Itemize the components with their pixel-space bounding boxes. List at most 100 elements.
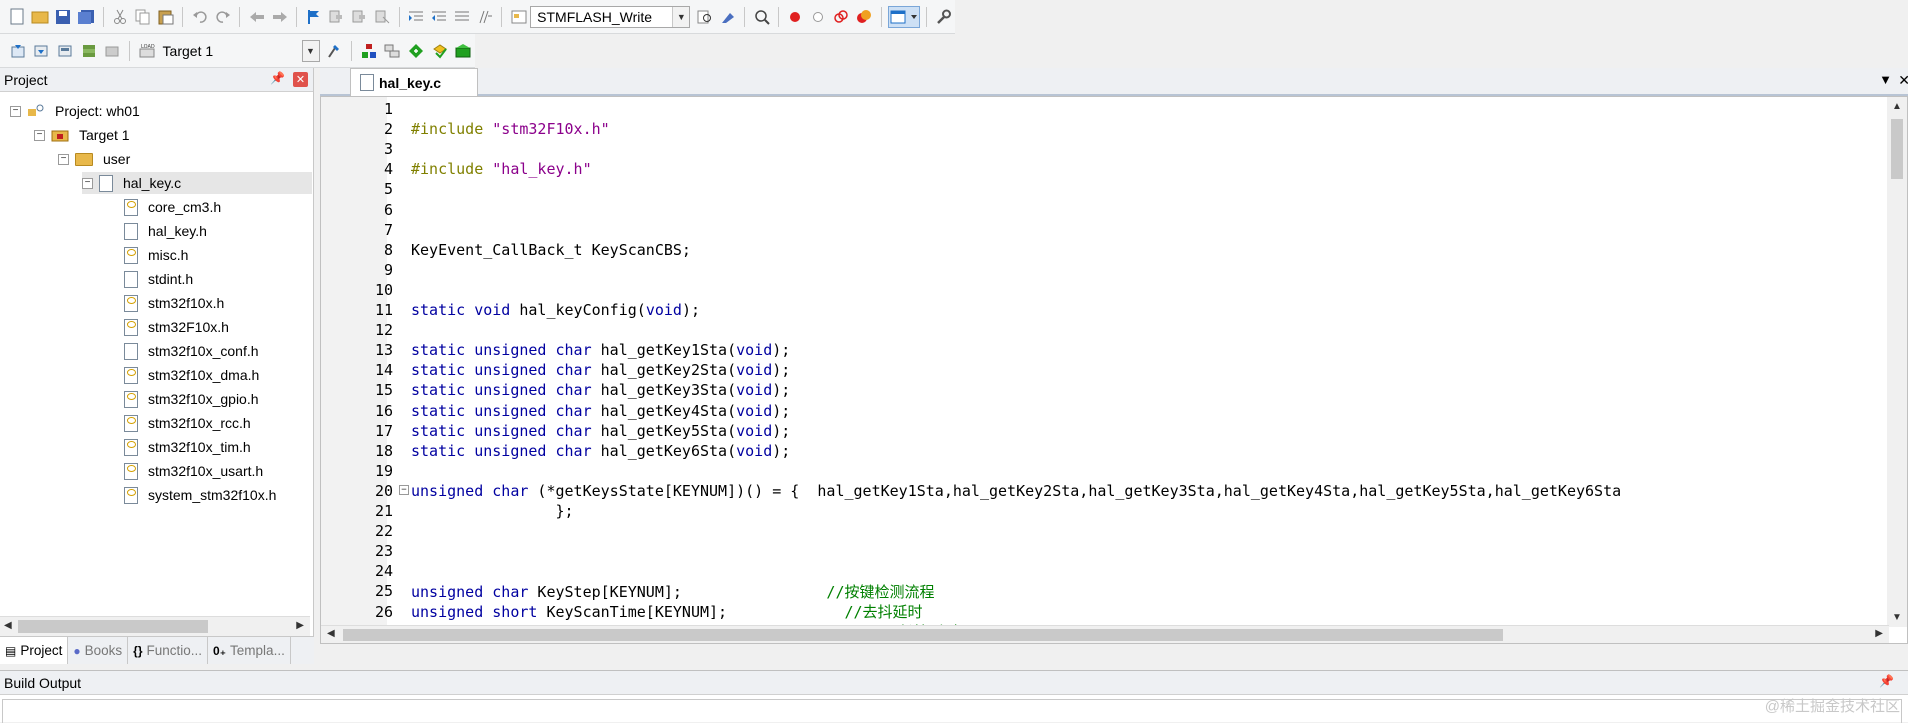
- editor-horizontal-scrollbar[interactable]: ◀ ▶: [321, 625, 1889, 643]
- tree-include-file[interactable]: stm32f10x_usart.h: [124, 460, 263, 482]
- scroll-thumb[interactable]: [1891, 119, 1903, 179]
- code-line[interactable]: 10: [321, 280, 1881, 300]
- configure-icon[interactable]: [933, 6, 954, 28]
- fold-icon[interactable]: −: [399, 484, 409, 495]
- editor-vertical-scrollbar[interactable]: ▲ ▼: [1887, 97, 1907, 627]
- function-combo[interactable]: STMFLASH_Write ▼: [530, 5, 691, 28]
- collapse-icon[interactable]: −: [34, 129, 45, 141]
- select-packs-icon[interactable]: [452, 40, 474, 62]
- tab-functions[interactable]: {} Functio...: [128, 637, 209, 664]
- tree-file-hal-key-c[interactable]: − hal_key.c: [82, 172, 312, 194]
- code-line[interactable]: 22: [321, 521, 1881, 541]
- scroll-down-icon[interactable]: ▼: [1892, 612, 1902, 623]
- scroll-thumb[interactable]: [18, 620, 208, 633]
- new-file-icon[interactable]: [7, 6, 28, 28]
- code-line[interactable]: 2 #include "stm32F10x.h": [321, 119, 1881, 139]
- unindent-icon[interactable]: [429, 6, 450, 28]
- tree-include-file[interactable]: stm32f10x_rcc.h: [124, 412, 251, 434]
- project-horizontal-scrollbar[interactable]: ◀ ▶: [0, 616, 310, 636]
- code-line[interactable]: 15 static unsigned char hal_getKey3Sta(vo…: [321, 380, 1881, 400]
- build-icon[interactable]: [31, 40, 53, 62]
- tab-project[interactable]: ▤ Project: [0, 637, 69, 664]
- tab-hal-key-c[interactable]: hal_key.c: [350, 68, 478, 96]
- code-line[interactable]: 20− unsigned char (*getKeysState[KEYNUM])…: [321, 481, 1881, 501]
- translate-icon[interactable]: [7, 40, 29, 62]
- uncomment-icon[interactable]: [474, 6, 495, 28]
- code-line[interactable]: 12: [321, 320, 1881, 340]
- code-line[interactable]: 24: [321, 561, 1881, 581]
- tree-include-file[interactable]: stm32f10x_conf.h: [124, 340, 259, 362]
- tree-include-file[interactable]: stdint.h: [124, 268, 193, 290]
- code-line[interactable]: 17 static unsigned char hal_getKey5Sta(vo…: [321, 421, 1881, 441]
- incremental-find-icon[interactable]: [717, 6, 738, 28]
- code-line[interactable]: 11 static void hal_keyConfig(void);: [321, 300, 1881, 320]
- batch-build-icon[interactable]: [78, 40, 100, 62]
- save-all-icon[interactable]: [76, 6, 97, 28]
- code-line[interactable]: 21 };: [321, 501, 1881, 521]
- tree-include-file[interactable]: stm32f10x_dma.h: [124, 364, 259, 386]
- pack-installer-icon[interactable]: [429, 40, 451, 62]
- target-options-icon[interactable]: [324, 40, 346, 62]
- collapse-icon[interactable]: −: [82, 177, 93, 189]
- nav-back-icon[interactable]: [246, 6, 267, 28]
- code-editor[interactable]: 1 2 #include "stm32F10x.h" 3 4 #include "hal_…: [320, 96, 1908, 644]
- pin-icon[interactable]: 📌: [270, 71, 285, 85]
- find-icon[interactable]: [694, 6, 715, 28]
- collapse-icon[interactable]: −: [58, 153, 69, 165]
- open-folder-icon[interactable]: [30, 6, 51, 28]
- bookmark-icon[interactable]: [303, 6, 324, 28]
- nav-forward-icon[interactable]: [269, 6, 290, 28]
- code-line[interactable]: 23: [321, 541, 1881, 561]
- chevron-down-icon[interactable]: ▼: [672, 6, 690, 27]
- find-in-files-icon[interactable]: [508, 6, 529, 28]
- code-line[interactable]: 18 static unsigned char hal_getKey6Sta(vo…: [321, 441, 1881, 461]
- manage-components-icon[interactable]: [358, 40, 380, 62]
- tree-group-user[interactable]: − user: [58, 148, 130, 170]
- code-line[interactable]: 7: [321, 220, 1881, 240]
- file-extensions-icon[interactable]: [382, 40, 404, 62]
- code-line[interactable]: 3: [321, 139, 1881, 159]
- target-select-dropdown[interactable]: ▼: [301, 39, 320, 62]
- code-line[interactable]: 4 #include "hal_key.h": [321, 159, 1881, 179]
- window-layout-icon[interactable]: [887, 5, 921, 28]
- tree-include-file[interactable]: system_stm32f10x.h: [124, 484, 276, 506]
- code-line[interactable]: 19: [321, 461, 1881, 481]
- clear-bookmarks-icon[interactable]: [372, 6, 393, 28]
- disable-breakpoint-icon[interactable]: [808, 6, 829, 28]
- tab-list-dropdown-icon[interactable]: ▼: [1879, 72, 1892, 87]
- comment-icon[interactable]: [451, 6, 472, 28]
- paste-icon[interactable]: [155, 6, 176, 28]
- tree-include-file[interactable]: misc.h: [124, 244, 188, 266]
- code-line[interactable]: 6: [321, 200, 1881, 220]
- code-line[interactable]: 16 static unsigned char hal_getKey4Sta(vo…: [321, 401, 1881, 421]
- tree-include-file[interactable]: stm32f10x.h: [124, 292, 224, 314]
- collapse-icon[interactable]: −: [10, 105, 21, 117]
- tree-include-file[interactable]: stm32f10x_gpio.h: [124, 388, 259, 410]
- tree-include-file[interactable]: core_cm3.h: [124, 196, 221, 218]
- scroll-right-icon[interactable]: ▶: [296, 620, 304, 631]
- code-line[interactable]: 1: [321, 99, 1881, 119]
- cut-icon[interactable]: [110, 6, 131, 28]
- disable-all-breakpoints-icon[interactable]: [831, 6, 852, 28]
- tree-include-file[interactable]: hal_key.h: [124, 220, 207, 242]
- stop-build-icon[interactable]: [101, 40, 123, 62]
- copy-icon[interactable]: [133, 6, 154, 28]
- code-line[interactable]: 14 static unsigned char hal_getKey2Sta(vo…: [321, 360, 1881, 380]
- run-green-diamond-icon[interactable]: [405, 40, 427, 62]
- tab-templates[interactable]: 0₊ Templa...: [208, 637, 291, 664]
- scroll-thumb[interactable]: [343, 629, 1503, 641]
- next-bookmark-icon[interactable]: [349, 6, 370, 28]
- rebuild-icon[interactable]: [54, 40, 76, 62]
- code-line[interactable]: 9: [321, 260, 1881, 280]
- redo-icon[interactable]: [212, 6, 233, 28]
- tree-project-root[interactable]: − Project: wh01: [10, 100, 140, 122]
- save-icon[interactable]: [53, 6, 74, 28]
- prev-bookmark-icon[interactable]: [326, 6, 347, 28]
- tree-include-file[interactable]: stm32F10x.h: [124, 316, 229, 338]
- code-line[interactable]: 8 KeyEvent_CallBack_t KeyScanCBS;: [321, 240, 1881, 260]
- scroll-right-icon[interactable]: ▶: [1875, 628, 1883, 639]
- build-output-text[interactable]: [2, 699, 1902, 723]
- breakpoint-icon[interactable]: [785, 6, 806, 28]
- code-line[interactable]: 5: [321, 179, 1881, 199]
- scroll-left-icon[interactable]: ◀: [327, 628, 335, 639]
